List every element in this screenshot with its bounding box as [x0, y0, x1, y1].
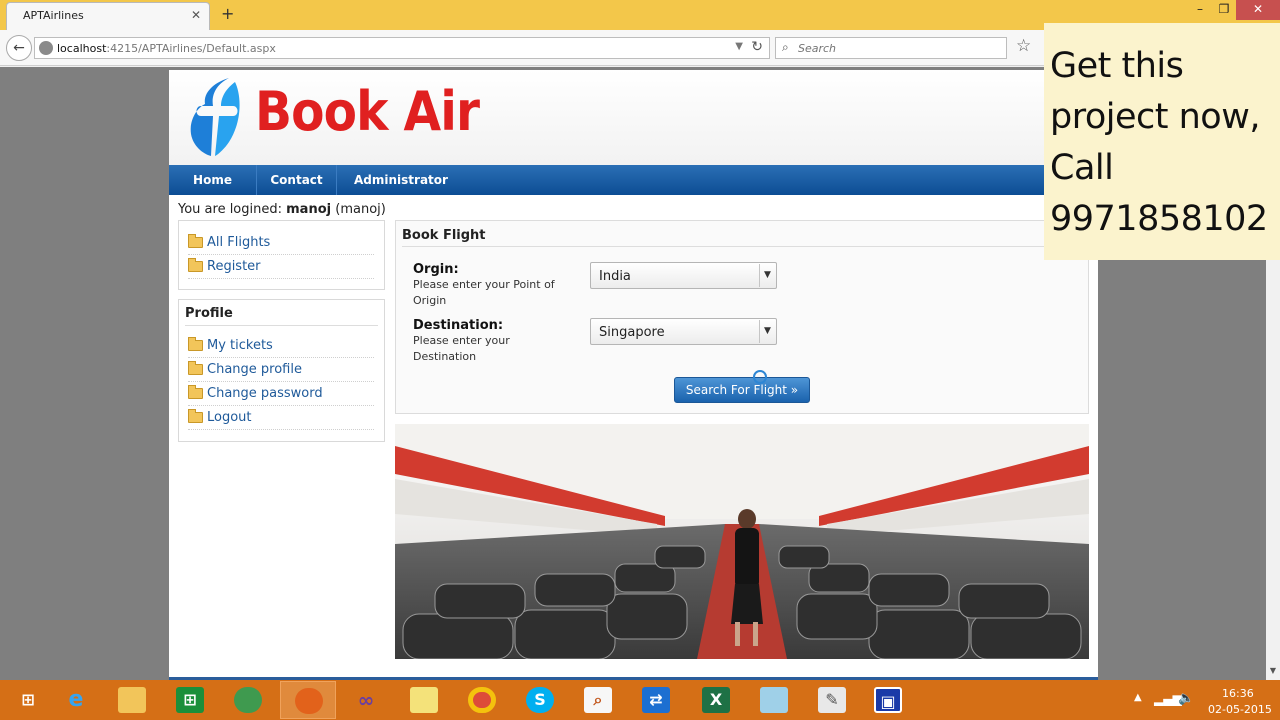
- new-tab-icon[interactable]: +: [221, 4, 234, 23]
- sidebar-item-logout[interactable]: Logout: [188, 406, 374, 430]
- taskbar-visual-studio[interactable]: ∞: [338, 681, 394, 719]
- tab-title: APTAirlines: [23, 9, 84, 22]
- taskbar-globe-app[interactable]: [220, 681, 276, 719]
- restore-icon[interactable]: ❐: [1210, 0, 1238, 20]
- close-tab-icon[interactable]: ✕: [191, 8, 201, 22]
- login-username: manoj: [286, 202, 332, 217]
- taskbar-teamviewer[interactable]: ⇄: [628, 681, 684, 719]
- sidebar-links-box: All Flights Register: [178, 220, 385, 290]
- folder-icon: [188, 234, 203, 248]
- destination-hint: Please enter your Destination: [413, 334, 510, 363]
- browser-tab[interactable]: APTAirlines ✕: [6, 2, 210, 30]
- logo-text: Book Air: [255, 80, 480, 143]
- sidebar-profile-box: Profile My tickets Change profile Change…: [178, 299, 385, 442]
- chevron-down-icon: ▼: [759, 264, 775, 287]
- windows-taskbar: ⊞ e ⊞ ∞ S ⌕ ⇄ X ✎ ▣ ▲ ▂▄▆ 🔈 16:36 02-05-…: [0, 680, 1280, 720]
- search-input[interactable]: [798, 41, 998, 55]
- site-container: Book Air Home Contact Administrator You …: [169, 70, 1098, 683]
- sidebar-item-change-password[interactable]: Change password: [188, 382, 374, 406]
- folder-icon: [188, 361, 203, 375]
- taskbar-ie[interactable]: e: [48, 681, 104, 719]
- chrome-icon: [468, 687, 496, 713]
- destination-label: Destination:: [413, 318, 504, 333]
- clock-date[interactable]: 02-05-2015: [1208, 703, 1272, 716]
- browser-search-box[interactable]: ⌕: [775, 37, 1007, 59]
- sidebar-item-my-tickets[interactable]: My tickets: [188, 334, 374, 358]
- sticky-notes-icon: [410, 687, 438, 713]
- promo-overlay: Get this project now, Call 9971858102: [1044, 23, 1280, 260]
- taskbar-search-app[interactable]: ⌕: [570, 681, 626, 719]
- globe-app-icon: [234, 687, 262, 713]
- taskbar-notepad[interactable]: [746, 681, 802, 719]
- divider: [185, 325, 378, 326]
- volume-icon[interactable]: 🔈: [1178, 691, 1194, 706]
- folder-icon: [188, 258, 203, 272]
- taskbar-firefox[interactable]: [280, 681, 336, 719]
- menu-item-contact[interactable]: Contact: [257, 165, 337, 195]
- window-close-icon[interactable]: ✕: [1236, 0, 1280, 20]
- divider: [402, 246, 1084, 247]
- taskbar-explorer[interactable]: [104, 681, 160, 719]
- back-arrow-icon[interactable]: ←: [6, 35, 32, 61]
- taskbar-excel[interactable]: X: [688, 681, 744, 719]
- destination-select[interactable]: Singapore ▼: [590, 318, 777, 345]
- main-menu: Home Contact Administrator: [169, 165, 1098, 195]
- excel-icon: X: [702, 687, 730, 713]
- chevron-down-icon: ▼: [759, 320, 775, 343]
- profile-heading: Profile: [185, 306, 233, 321]
- logo-icon[interactable]: [189, 76, 245, 160]
- promo-text: Get this project now, Call 9971858102: [1050, 46, 1268, 239]
- globe-icon: [39, 41, 53, 55]
- file-explorer-icon: [118, 687, 146, 713]
- login-alias: (manoj): [335, 202, 386, 217]
- sidebar-item-change-profile[interactable]: Change profile: [188, 358, 374, 382]
- internet-explorer-icon: e: [68, 687, 84, 712]
- taskbar-remote-app[interactable]: ▣: [860, 681, 916, 719]
- dropdown-arrow-icon[interactable]: ▼: [735, 41, 743, 52]
- bookmark-star-icon[interactable]: ☆: [1016, 36, 1031, 56]
- book-flight-panel: Book Flight Orgin: Please enter your Poi…: [395, 220, 1089, 414]
- taskbar-app-green[interactable]: ⊞: [162, 681, 218, 719]
- teamviewer-icon: ⇄: [642, 687, 670, 713]
- menu-item-home[interactable]: Home: [169, 165, 257, 195]
- taskbar-tools[interactable]: ✎: [804, 681, 860, 719]
- folder-icon: [188, 385, 203, 399]
- taskbar-sticky-notes[interactable]: [396, 681, 452, 719]
- remote-desktop-icon: ▣: [874, 687, 902, 713]
- sidebar-item-all-flights[interactable]: All Flights: [188, 231, 374, 255]
- magnifier-app-icon: ⌕: [584, 687, 612, 713]
- windows-logo-icon: ⊞: [21, 690, 35, 709]
- sidebar-item-register[interactable]: Register: [188, 255, 374, 279]
- site-header: Book Air: [169, 70, 1098, 165]
- firefox-icon: [295, 688, 323, 714]
- taskbar-chrome[interactable]: [454, 681, 510, 719]
- notepad-icon: [760, 687, 788, 713]
- address-bar[interactable]: localhost:4215/APTAirlines/Default.aspx …: [34, 37, 770, 59]
- search-icon: ⌕: [782, 40, 789, 54]
- aircraft-cabin-image: [395, 424, 1089, 659]
- menu-item-administrator[interactable]: Administrator: [337, 165, 465, 195]
- taskbar-skype[interactable]: S: [512, 681, 568, 719]
- login-status: You are logined: manoj (manoj): [178, 202, 386, 217]
- tools-icon: ✎: [818, 687, 846, 713]
- tray-expand-icon[interactable]: ▲: [1134, 692, 1142, 703]
- origin-hint: Please enter your Point of Origin: [413, 278, 555, 307]
- green-app-icon: ⊞: [176, 687, 204, 713]
- clock-time[interactable]: 16:36: [1222, 687, 1254, 700]
- url-text: localhost:4215/APTAirlines/Default.aspx: [57, 42, 276, 55]
- visual-studio-icon: ∞: [357, 688, 375, 712]
- reload-icon[interactable]: ↻: [751, 39, 763, 55]
- skype-icon: S: [526, 687, 554, 713]
- book-flight-title: Book Flight: [402, 228, 486, 243]
- origin-select[interactable]: India ▼: [590, 262, 777, 289]
- loading-cursor-icon: [753, 370, 767, 384]
- folder-icon: [188, 409, 203, 423]
- scroll-down-icon[interactable]: ▼: [1266, 666, 1280, 680]
- folder-icon: [188, 337, 203, 351]
- search-for-flight-button[interactable]: Search For Flight »: [674, 377, 810, 403]
- origin-label: Orgin:: [413, 262, 459, 277]
